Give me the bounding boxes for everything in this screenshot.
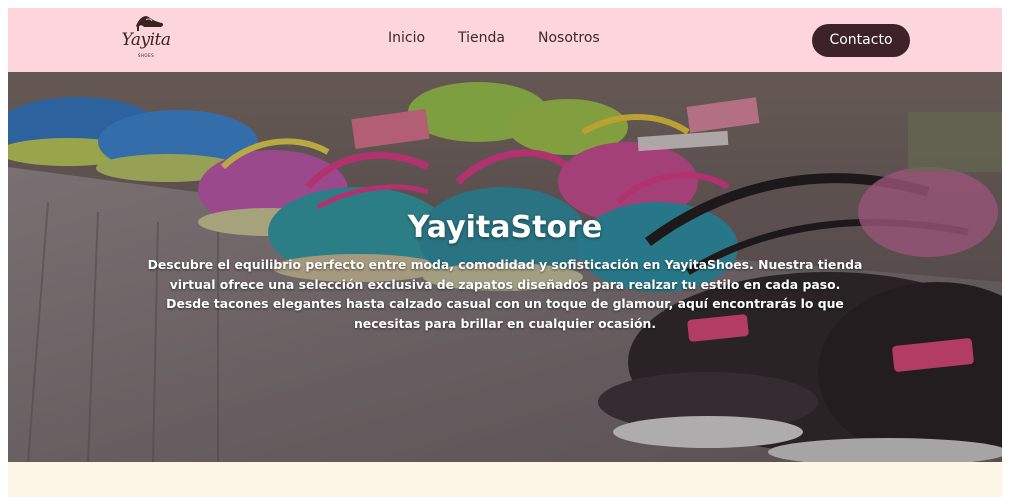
brand-logo[interactable]: Yayita SHOES xyxy=(116,12,176,68)
logo-text: Yayita xyxy=(121,30,171,50)
nav-link-nosotros[interactable]: Nosotros xyxy=(538,30,600,46)
site-frame: Yayita SHOES Inicio Tienda Nosotros Cont… xyxy=(8,8,1002,497)
hero-section: YayitaStore Descubre el equilibrio perfe… xyxy=(8,72,1002,462)
logo-subtext: SHOES xyxy=(137,53,155,58)
page: Yayita SHOES Inicio Tienda Nosotros Cont… xyxy=(0,0,1010,497)
content-section-top xyxy=(8,462,1002,497)
navbar: Yayita SHOES Inicio Tienda Nosotros Cont… xyxy=(8,8,1002,72)
nav-link-tienda[interactable]: Tienda xyxy=(458,30,505,46)
contact-button[interactable]: Contacto xyxy=(812,24,910,57)
high-heel-icon xyxy=(136,16,164,31)
hero-description: Descubre el equilibrio perfecto entre mo… xyxy=(147,257,863,331)
hero-title: YayitaStore xyxy=(407,210,603,245)
main-nav: Inicio Tienda Nosotros xyxy=(388,30,633,46)
nav-link-inicio[interactable]: Inicio xyxy=(388,30,425,46)
